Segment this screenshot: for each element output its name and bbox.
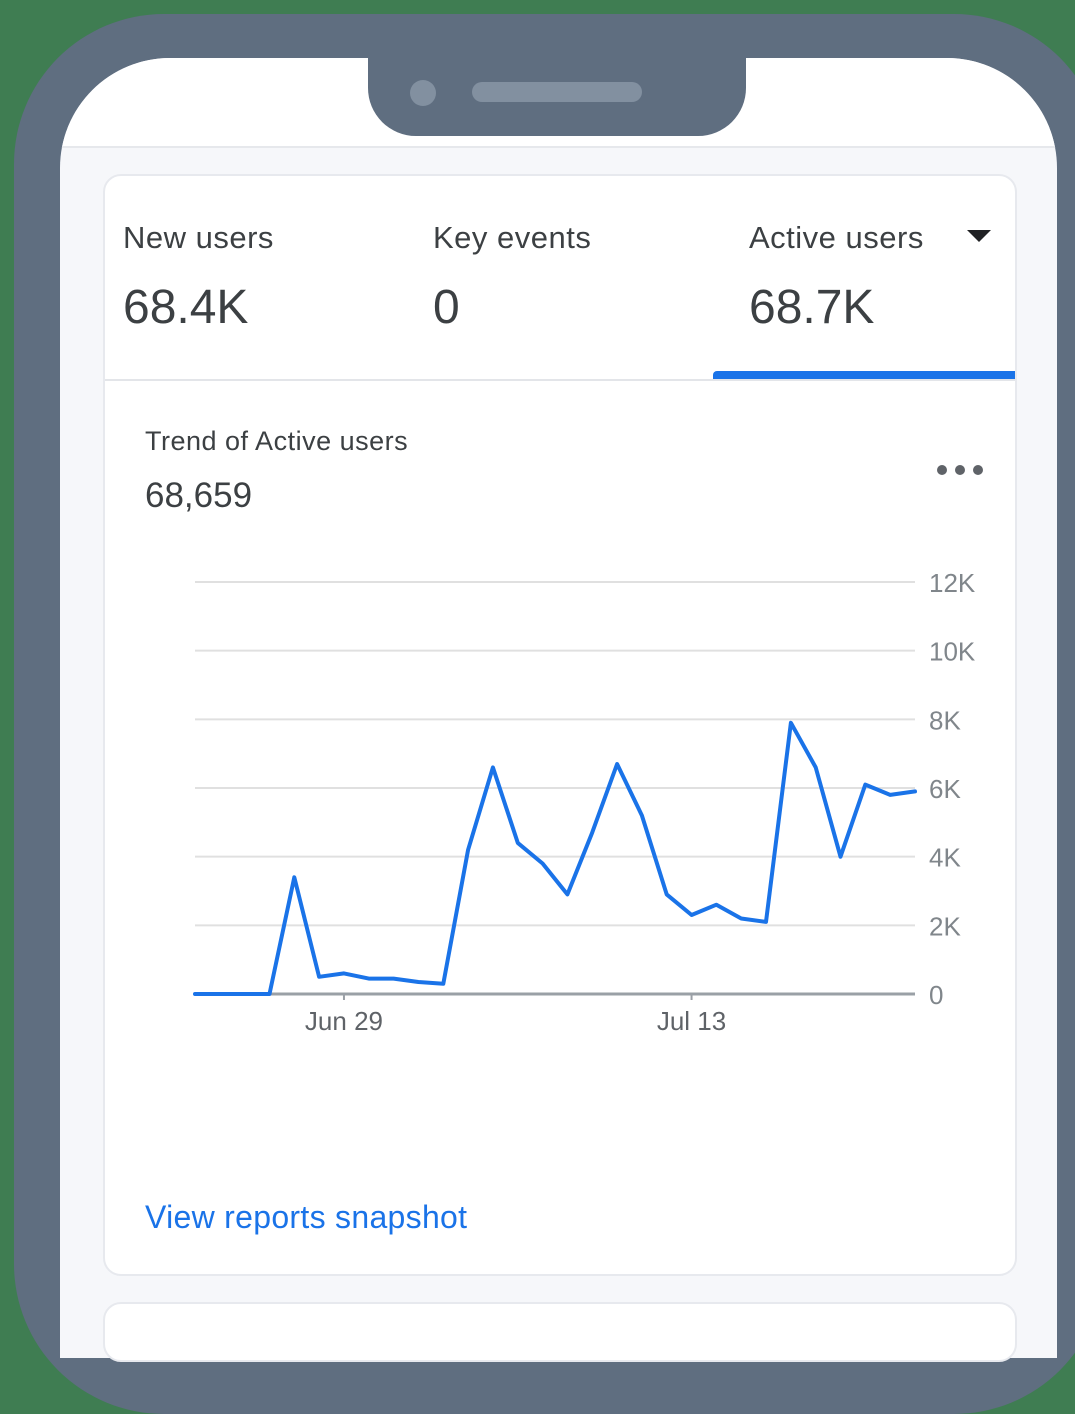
series-line-active-users [193, 720, 917, 996]
metric-tab-new-users[interactable]: New users 68.4K [123, 176, 423, 380]
camera-icon [410, 80, 436, 106]
y-tick-label: 8K [929, 705, 961, 735]
dropdown-arrow-icon[interactable] [967, 230, 991, 242]
trend-title: Trend of Active users [145, 426, 409, 456]
metric-tab-key-events[interactable]: Key events 0 [433, 176, 733, 380]
x-tick-label: Jun 29 [305, 1006, 383, 1036]
x-tick-label: Jul 13 [657, 1006, 726, 1036]
metric-tab-active-users[interactable]: Active users 68.7K [713, 176, 1015, 380]
y-tick-label: 2K [929, 911, 961, 941]
metric-label: New users [123, 220, 274, 255]
active-users-line-chart: 12K 10K 8K 6K 4K 2K 0 Jun 29 Jul 13 [193, 568, 976, 1036]
y-tick-label: 10K [929, 637, 976, 667]
metric-label: Active users [749, 220, 924, 255]
more-options-icon[interactable] [935, 456, 985, 486]
analytics-card: New users 68.4K Key events 0 Active user… [103, 174, 1017, 1276]
y-tick-label: 12K [929, 568, 976, 598]
metric-label: Key events [433, 220, 592, 255]
y-tick-label: 4K [929, 843, 961, 873]
speaker-icon [472, 82, 642, 102]
trend-total: 68,659 [145, 476, 253, 515]
selected-tab-indicator [713, 371, 1015, 379]
metric-value: 68.4K [123, 281, 249, 334]
metric-value: 0 [433, 281, 460, 334]
phone-notch [368, 58, 746, 136]
tabs-divider [105, 379, 1015, 381]
next-card [103, 1302, 1017, 1362]
y-tick-label: 0 [929, 980, 943, 1010]
metric-value: 68.7K [749, 281, 875, 334]
y-tick-label: 6K [929, 774, 961, 804]
view-reports-snapshot-link[interactable]: View reports snapshot [145, 1199, 467, 1236]
